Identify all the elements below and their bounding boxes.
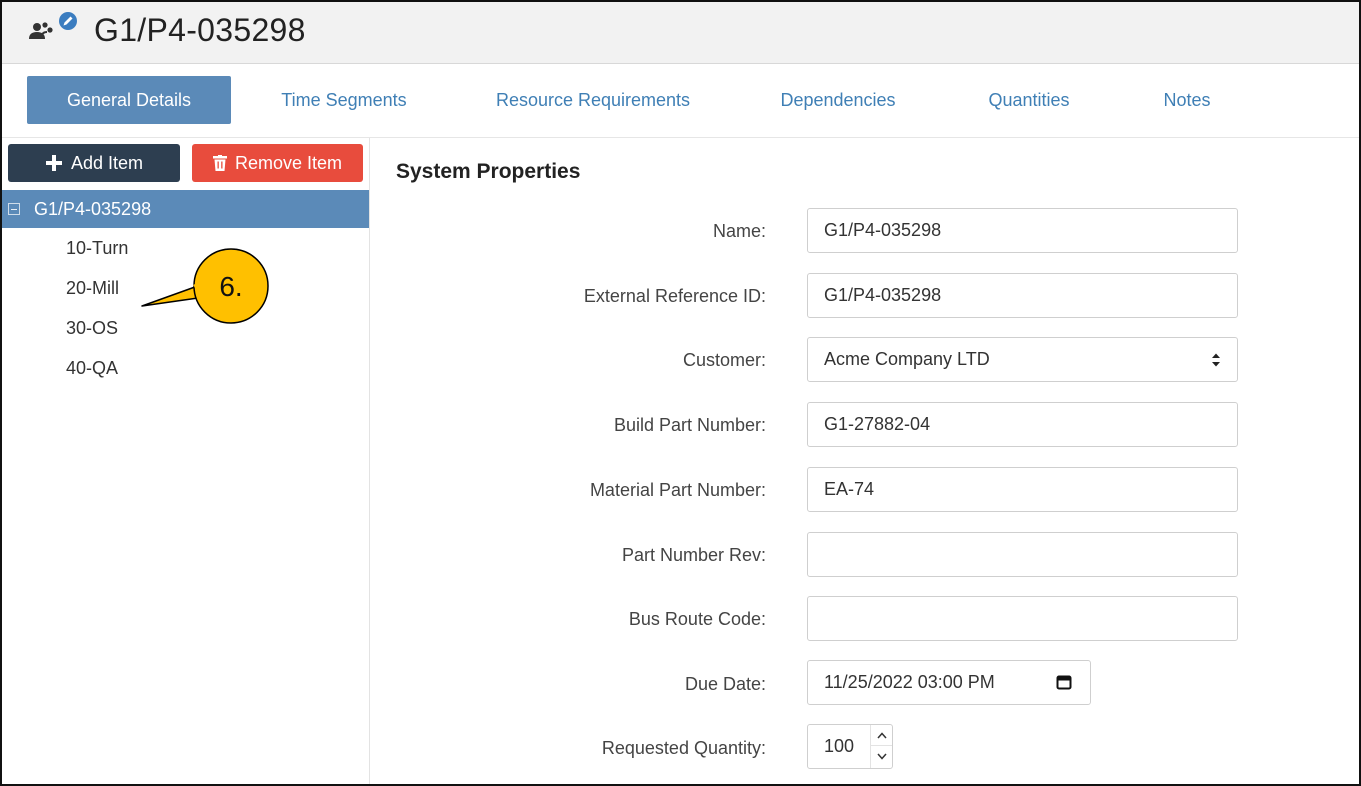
customer-value: Acme Company LTD [824, 349, 990, 369]
part-rev-field[interactable] [807, 532, 1238, 577]
tab-bar: General Details Time Segments Resource R… [2, 64, 1359, 138]
requested-qty-label: Requested Quantity: [601, 738, 766, 758]
select-arrows-icon [1211, 352, 1221, 368]
tree-item-10-turn[interactable]: 10-Turn [66, 238, 128, 259]
page-title: G1/P4-035298 [94, 12, 306, 48]
remove-item-button[interactable]: Remove Item [192, 144, 363, 182]
tree-item-30-os[interactable]: 30-OS [66, 318, 118, 339]
edit-team-icon [26, 12, 78, 46]
name-label: Name: [712, 221, 766, 241]
name-field[interactable]: G1/P4-035298 [807, 208, 1238, 253]
external-ref-field[interactable]: G1/P4-035298 [807, 273, 1238, 318]
due-date-field[interactable]: 11/25/2022 03:00 PM [807, 660, 1091, 705]
tab-quantities[interactable]: Quantities [968, 76, 1090, 124]
quantity-stepper[interactable] [870, 725, 892, 768]
item-tree-panel: Add Item Remove Item G1/P4-035298 10-Tur… [2, 138, 370, 784]
requested-qty-field[interactable]: 100 [807, 724, 893, 769]
step-callout: 6. [140, 246, 270, 326]
tree-root-label: G1/P4-035298 [34, 198, 152, 219]
bus-route-label: Bus Route Code: [628, 609, 766, 629]
add-item-label: Add Item [70, 152, 144, 173]
tab-dependencies[interactable]: Dependencies [762, 76, 914, 124]
chevron-up-icon[interactable] [871, 725, 892, 746]
title-bar: G1/P4-035298 [2, 2, 1359, 64]
external-ref-label: External Reference ID: [583, 286, 766, 306]
remove-item-label: Remove Item [234, 152, 343, 173]
part-rev-label: Part Number Rev: [621, 545, 766, 565]
tab-notes[interactable]: Notes [1142, 76, 1232, 124]
external-ref-value: G1/P4-035298 [824, 285, 942, 305]
material-part-field[interactable]: EA-74 [807, 467, 1238, 512]
build-part-field[interactable]: G1-27882-04 [807, 402, 1238, 447]
plus-icon [45, 154, 63, 172]
section-title: System Properties [396, 160, 581, 183]
due-date-label: Due Date: [684, 674, 766, 694]
callout-number: 6. [219, 271, 242, 302]
requested-qty-value: 100 [824, 736, 855, 756]
trash-icon [212, 155, 227, 171]
tab-general-details[interactable]: General Details [27, 76, 231, 124]
calendar-icon[interactable] [1056, 674, 1072, 690]
name-value: G1/P4-035298 [824, 220, 942, 240]
tab-resource-requirements[interactable]: Resource Requirements [476, 76, 710, 124]
app-window: G1/P4-035298 General Details Time Segmen… [0, 0, 1361, 786]
tree-item-20-mill[interactable]: 20-Mill [66, 278, 119, 299]
collapse-icon[interactable] [8, 203, 20, 215]
customer-select[interactable]: Acme Company LTD [807, 337, 1238, 382]
build-part-label: Build Part Number: [613, 415, 766, 435]
tree-root-item[interactable]: G1/P4-035298 [2, 190, 369, 228]
bus-route-field[interactable] [807, 596, 1238, 641]
material-part-label: Material Part Number: [589, 480, 766, 500]
add-item-button[interactable]: Add Item [8, 144, 180, 182]
chevron-down-icon[interactable] [871, 746, 892, 767]
customer-label: Customer: [682, 350, 766, 370]
build-part-value: G1-27882-04 [824, 414, 931, 434]
material-part-value: EA-74 [824, 479, 875, 499]
due-date-value: 11/25/2022 03:00 PM [824, 672, 995, 692]
tree-item-40-qa[interactable]: 40-QA [66, 358, 118, 379]
tab-time-segments[interactable]: Time Segments [264, 76, 424, 124]
